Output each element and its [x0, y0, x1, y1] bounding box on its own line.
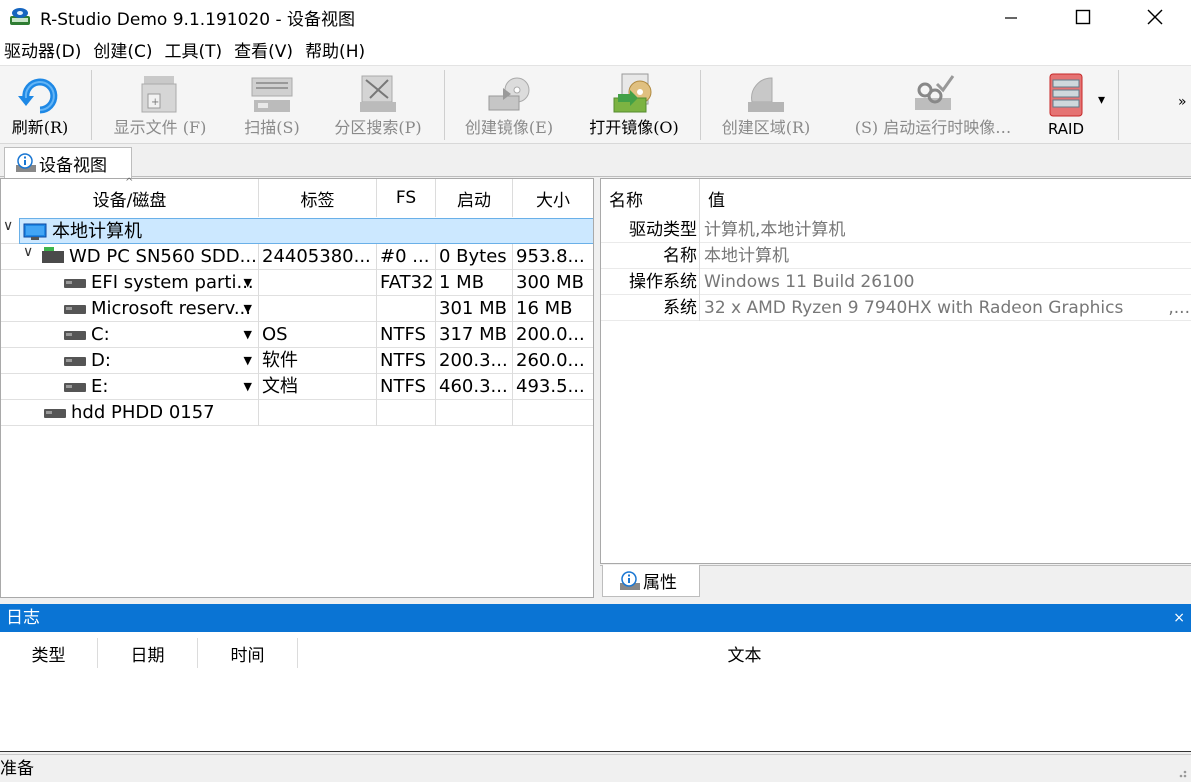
dropdown-arrow-icon[interactable]: ▼ [244, 270, 252, 296]
prop-row-system[interactable]: 系统 32 x AMD Ryzen 9 7940HX with Radeon G… [601, 295, 1191, 321]
menu-tools[interactable]: 工具(T) [161, 37, 231, 62]
sort-arrow-icon: ^ [125, 177, 134, 188]
refresh-icon [16, 72, 64, 118]
computer-icon [23, 223, 47, 241]
collapse-chevron-icon[interactable]: ∨ [23, 244, 33, 260]
partition-icon [64, 278, 86, 288]
collapse-chevron-icon[interactable]: ∨ [3, 218, 13, 234]
show-files-button[interactable]: + 显示文件 (F) [102, 66, 218, 144]
tree-row-partition-e[interactable]: E: ▼ 文档 NTFS 460.3... 493.5... [1, 374, 593, 400]
column-header-size[interactable]: 大小 [513, 179, 593, 217]
disk-icon [42, 247, 64, 263]
column-header-fs[interactable]: FS [377, 179, 436, 217]
log-panel-title: 日志 × [0, 604, 1191, 632]
dropdown-arrow-icon[interactable]: ▼ [244, 374, 252, 400]
tab-properties[interactable]: 属性 [602, 565, 700, 597]
dropdown-arrow-icon[interactable]: ▼ [244, 296, 252, 322]
raid-dropdown-arrow[interactable]: ▾ [1098, 92, 1105, 108]
log-header-type[interactable]: 类型 [0, 638, 98, 668]
runtime-image-button[interactable]: (S) 启动运行时映像… [838, 66, 1028, 144]
create-image-icon [485, 72, 533, 118]
log-header-text[interactable]: 文本 [298, 638, 1191, 668]
partition-icon [64, 304, 86, 314]
tree-row-partition-c[interactable]: C: ▼ OS NTFS 317 MB 200.0... [1, 322, 593, 348]
menu-help[interactable]: 帮助(H) [301, 37, 373, 62]
open-image-icon [610, 72, 658, 118]
log-panel: 类型 日期 时间 文本 [0, 632, 1191, 752]
scan-button[interactable]: 扫描(S) [236, 66, 308, 144]
create-image-button[interactable]: 创建镜像(E) [456, 66, 562, 144]
svg-text:+: + [151, 97, 159, 108]
refresh-button[interactable]: 刷新(R) [4, 66, 76, 144]
runtime-image-icon [909, 72, 957, 118]
raid-button[interactable]: RAID [1036, 66, 1096, 144]
properties-panel: 名称 值 驱动类型 计算机,本地计算机 名称 本地计算机 操作系统 Window… [600, 178, 1191, 564]
status-bar: 准备 [0, 754, 1191, 782]
open-image-button[interactable]: 打开镜像(O) [580, 66, 688, 144]
minimize-button[interactable] [975, 0, 1047, 34]
tree-row-disk-hdd[interactable]: hdd PHDD 0157 [1, 400, 593, 426]
prop-row-drive-type[interactable]: 驱动类型 计算机,本地计算机 [601, 217, 1191, 243]
column-header-start[interactable]: 启动 [436, 179, 513, 217]
toolbar-overflow-button[interactable]: » [1178, 94, 1187, 110]
info-icon [15, 153, 36, 173]
partition-search-button[interactable]: 分区搜索(P) [326, 66, 430, 144]
dropdown-arrow-icon[interactable]: ▼ [244, 348, 252, 374]
log-close-button[interactable]: × [1173, 604, 1185, 632]
column-header-label[interactable]: 标签 [259, 179, 377, 217]
title-bar: R-Studio Demo 9.1.191020 - 设备视图 [0, 0, 1191, 34]
tree-row-partition-d[interactable]: D: ▼ 软件 NTFS 200.3... 260.0... [1, 348, 593, 374]
partition-icon [64, 382, 86, 392]
status-text: 准备 [0, 759, 34, 779]
menu-view[interactable]: 查看(V) [230, 37, 301, 62]
menu-bar: 驱动器(D) 创建(C) 工具(T) 查看(V) 帮助(H) [0, 34, 1191, 66]
scan-icon [248, 72, 296, 118]
view-tab-strip: 设备视图 [0, 145, 1191, 178]
tree-row-partition-efi[interactable]: EFI system parti... ▼ FAT32 1 MB 300 MB [1, 270, 593, 296]
log-header-date[interactable]: 日期 [98, 638, 198, 668]
window-title: R-Studio Demo 9.1.191020 - 设备视图 [40, 9, 355, 30]
toolbar: 刷新(R) + 显示文件 (F) 扫描(S) 分区搜索(P) 创建镜像(E) 打… [0, 66, 1191, 144]
device-tree-panel: 设备/磁盘 ^ 标签 FS 启动 大小 ∨ 本地计算机 ∨ WD PC SN56… [0, 177, 594, 598]
raid-icon [1042, 72, 1090, 118]
log-header-time[interactable]: 时间 [198, 638, 298, 668]
tab-device-view[interactable]: 设备视图 [4, 147, 132, 178]
prop-header-value[interactable]: 值 [700, 179, 1191, 217]
menu-drive[interactable]: 驱动器(D) [0, 37, 89, 62]
show-files-icon: + [136, 72, 184, 118]
partition-icon [64, 356, 86, 366]
info-icon [619, 570, 640, 591]
menu-create[interactable]: 创建(C) [89, 37, 160, 62]
create-region-icon [742, 72, 790, 118]
tree-row-local-computer[interactable]: ∨ 本地计算机 [1, 218, 593, 244]
dropdown-arrow-icon[interactable]: ▼ [244, 322, 252, 348]
partition-search-icon [354, 72, 402, 118]
prop-row-os[interactable]: 操作系统 Windows 11 Build 26100 [601, 269, 1191, 295]
prop-header-name[interactable]: 名称 [601, 179, 700, 217]
properties-tab-strip: 属性 [600, 565, 1191, 597]
create-region-button[interactable]: 创建区域(R) [712, 66, 820, 144]
tree-row-partition-msr[interactable]: Microsoft reserv... ▼ 301 MB 16 MB [1, 296, 593, 322]
close-button[interactable] [1119, 0, 1191, 34]
r-studio-app-icon [8, 6, 32, 28]
tree-row-disk-wd[interactable]: ∨ WD PC SN560 SDD... 24405380... #0 ... … [1, 244, 593, 270]
prop-row-name[interactable]: 名称 本地计算机 [601, 243, 1191, 269]
resize-grip-icon[interactable] [1169, 760, 1189, 780]
maximize-button[interactable] [1047, 0, 1119, 34]
partition-icon [64, 330, 86, 340]
disk-icon [44, 408, 66, 418]
